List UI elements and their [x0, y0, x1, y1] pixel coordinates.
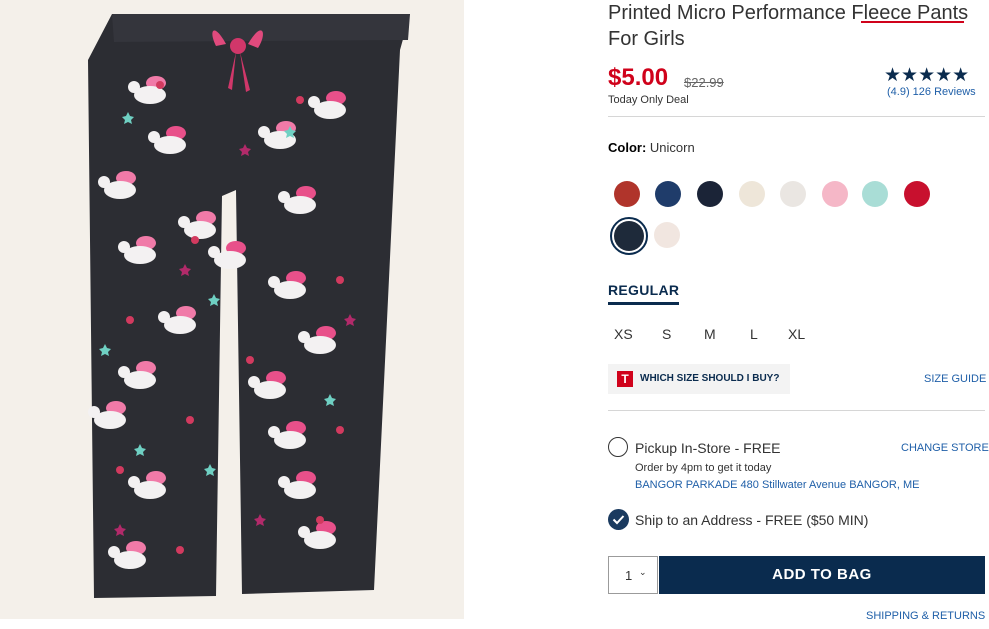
- size-help-button[interactable]: T WHICH SIZE SHOULD I BUY?: [608, 364, 790, 394]
- size-help-icon: T: [617, 371, 633, 387]
- product-title: Printed Micro Performance Fleece Pants F…: [608, 2, 969, 50]
- quantity-value: 1: [625, 568, 633, 583]
- color-swatch-navy-print[interactable]: [697, 181, 723, 207]
- color-swatch-pink-dog[interactable]: [822, 181, 848, 207]
- moon-print: [246, 356, 254, 364]
- pickup-radio[interactable]: [608, 437, 628, 457]
- swatch-fill: [780, 181, 806, 207]
- color-swatch-snowflake[interactable]: [780, 181, 806, 207]
- color-value: Unicorn: [649, 140, 695, 155]
- moon-print: [316, 516, 324, 524]
- size-option-m[interactable]: M: [704, 326, 716, 342]
- color-swatch-fair-isle[interactable]: [614, 181, 640, 207]
- size-option-xs[interactable]: XS: [614, 326, 633, 342]
- swatch-fill: [822, 181, 848, 207]
- swatch-fill: [614, 221, 644, 251]
- color-swatch-plaid[interactable]: [655, 181, 681, 207]
- original-price: $22.99: [684, 75, 724, 90]
- tab-regular[interactable]: REGULAR: [608, 282, 680, 305]
- swatch-fill: [697, 181, 723, 207]
- product-image: [0, 0, 464, 619]
- pickup-label: Pickup In-Store - FREE: [635, 440, 781, 456]
- color-swatch-unicorn[interactable]: [610, 217, 648, 255]
- deal-text: Today Only Deal: [608, 94, 689, 106]
- swatch-fill: [654, 222, 680, 248]
- swatch-fill: [904, 181, 930, 207]
- reviews-link[interactable]: (4.9) 126 Reviews: [887, 86, 976, 98]
- moon-print: [186, 416, 194, 424]
- color-swatch-cream-dots[interactable]: [739, 181, 765, 207]
- moon-print: [191, 236, 199, 244]
- size-option-s[interactable]: S: [662, 326, 671, 342]
- moon-print: [176, 546, 184, 554]
- ship-label: Ship to an Address - FREE ($50 MIN): [635, 512, 869, 528]
- quantity-select[interactable]: 1 ⌄: [608, 556, 658, 594]
- swatch-fill: [655, 181, 681, 207]
- moon-print: [156, 81, 164, 89]
- shipping-returns-link[interactable]: SHIPPING & RETURNS: [866, 610, 985, 622]
- moon-print: [116, 466, 124, 474]
- spelling-underline: [861, 21, 964, 23]
- swatch-fill: [739, 181, 765, 207]
- moon-print: [336, 276, 344, 284]
- chevron-down-icon: ⌄: [639, 567, 647, 577]
- divider: [608, 410, 985, 411]
- swatch-fill: [614, 181, 640, 207]
- swatch-fill: [862, 181, 888, 207]
- size-option-xl[interactable]: XL: [788, 326, 805, 342]
- moon-print: [296, 96, 304, 104]
- moon-print: [336, 426, 344, 434]
- pickup-note: Order by 4pm to get it today: [635, 462, 772, 474]
- rating-stars-icon[interactable]: ★★★★★: [884, 64, 969, 87]
- color-swatch-candy-cane[interactable]: [904, 181, 930, 207]
- add-to-bag-button[interactable]: ADD TO BAG: [659, 556, 985, 594]
- checkmark-icon: [612, 515, 625, 525]
- sale-price: $5.00: [608, 64, 669, 91]
- store-address-link[interactable]: BANGOR PARKADE 480 Stillwater Avenue BAN…: [635, 479, 919, 491]
- change-store-link[interactable]: CHANGE STORE: [901, 442, 989, 454]
- divider: [608, 116, 985, 117]
- color-label: Color: Unicorn: [608, 140, 695, 155]
- color-swatch-confetti-stars[interactable]: [654, 222, 680, 248]
- size-option-l[interactable]: L: [750, 326, 758, 342]
- size-help-label: WHICH SIZE SHOULD I BUY?: [640, 373, 780, 384]
- moon-print: [126, 316, 134, 324]
- size-guide-link[interactable]: SIZE GUIDE: [924, 373, 986, 385]
- ship-checkbox[interactable]: [608, 509, 629, 530]
- color-swatch-mint-dots[interactable]: [862, 181, 888, 207]
